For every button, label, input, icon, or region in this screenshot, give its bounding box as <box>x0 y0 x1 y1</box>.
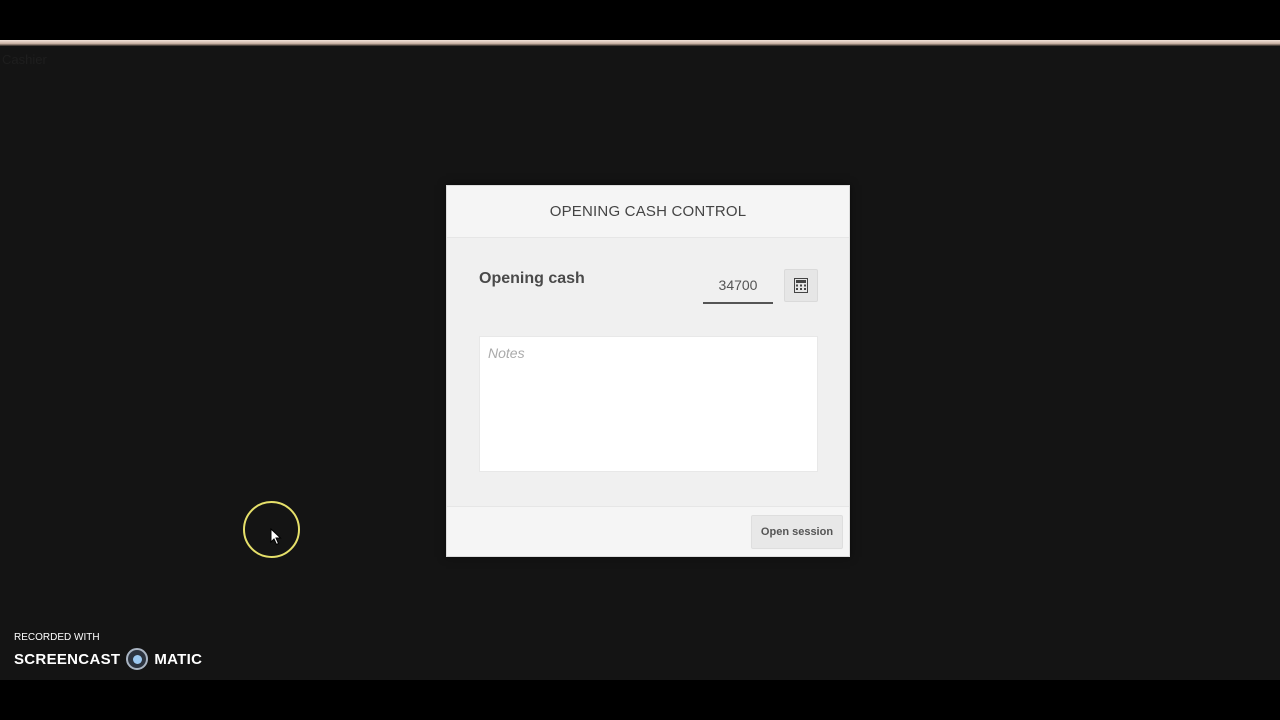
watermark-brand-left: SCREENCAST <box>14 650 121 668</box>
dialog-title: OPENING CASH CONTROL <box>549 203 747 220</box>
opening-cash-input[interactable] <box>703 268 773 304</box>
screencast-logo-icon <box>126 648 149 670</box>
opening-cash-label: Opening cash <box>479 270 585 287</box>
open-session-button[interactable]: Open session <box>751 515 843 549</box>
watermark-recorded-with: RECORDED WITH <box>14 632 100 643</box>
dialog-header: OPENING CASH CONTROL <box>447 186 849 238</box>
backdrop-faint-text: Cashier <box>2 52 47 67</box>
mouse-cursor-icon <box>270 528 282 546</box>
watermark-brand-right: MATIC <box>154 650 203 668</box>
dialog-footer: Open session <box>447 506 849 556</box>
bottom-bar <box>0 680 1280 720</box>
calculator-button[interactable] <box>784 269 818 302</box>
notes-textarea[interactable] <box>479 336 818 472</box>
top-bar <box>0 0 1280 40</box>
opening-cash-row: Opening cash <box>479 268 819 304</box>
opening-cash-control-dialog: OPENING CASH CONTROL Opening cash Open s… <box>446 185 850 557</box>
watermark-brand: SCREENCAST MATIC <box>14 648 202 670</box>
calculator-icon <box>794 278 808 293</box>
